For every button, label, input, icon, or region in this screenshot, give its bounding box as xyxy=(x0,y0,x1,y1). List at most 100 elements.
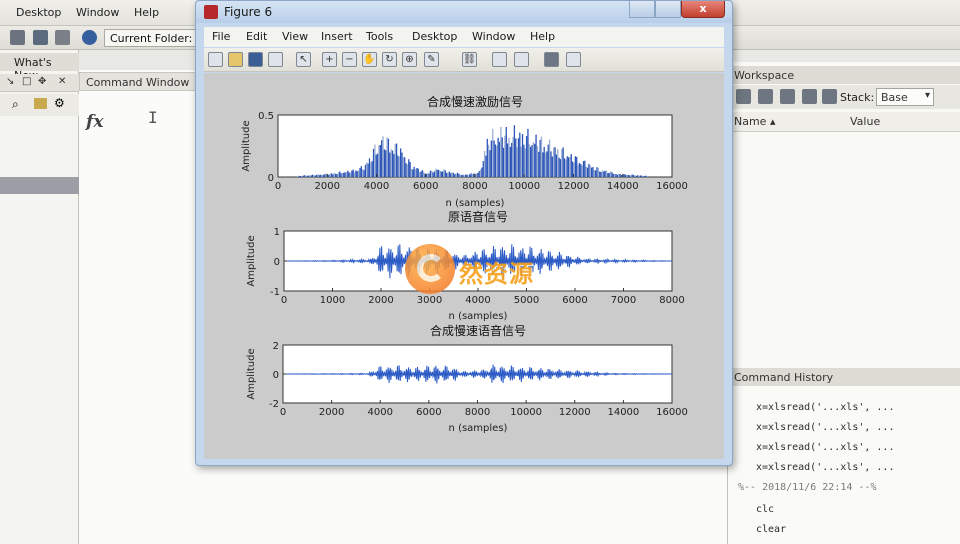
print-icon[interactable] xyxy=(802,89,817,104)
insert-legend-icon[interactable] xyxy=(514,52,529,67)
matlab-app-icon xyxy=(204,5,218,19)
x-tick-label: 12000 xyxy=(559,407,591,418)
axes-2-title: 原语音信号 xyxy=(448,209,508,224)
column-name[interactable]: Name ▴ xyxy=(734,115,775,128)
left-panel: What's New ↘ □ ✥ ✕ ⌕ ⚙ xyxy=(0,50,79,544)
axes-3-title: 合成慢速语音信号 xyxy=(430,323,526,338)
link-plot-icon[interactable]: ⛓ xyxy=(462,52,477,67)
menu-tools[interactable]: Tools xyxy=(366,30,393,43)
folder-icon[interactable] xyxy=(34,98,47,109)
y-tick-label: 0.5 xyxy=(258,111,274,122)
text-cursor-icon: I xyxy=(148,108,158,127)
selected-file-row[interactable] xyxy=(0,177,79,194)
x-tick-label: 14000 xyxy=(607,181,639,192)
close-icon[interactable]: ✕ xyxy=(58,76,66,87)
axes-1-xlabel: n (samples) xyxy=(446,198,505,209)
pan-hand-icon[interactable]: ✋ xyxy=(362,52,377,67)
panel-header: ↘ □ ✥ ✕ xyxy=(0,74,79,92)
figure-toolbar: ↖ + − ✋ ↻ ⊕ ✎ ⛓ xyxy=(204,48,724,72)
history-line[interactable]: clc xyxy=(756,504,774,515)
axes-3-ylabel: Amplitude xyxy=(246,348,257,399)
open-variable-icon[interactable] xyxy=(758,89,773,104)
new-figure-icon[interactable] xyxy=(208,52,223,67)
y-tick-label: 1 xyxy=(274,227,280,238)
x-tick-label: 4000 xyxy=(368,407,393,418)
y-tick-label: 0 xyxy=(268,173,274,184)
insert-colorbar-icon[interactable] xyxy=(492,52,507,67)
y-tick-label: -1 xyxy=(270,287,280,298)
menu-help[interactable]: Help xyxy=(134,6,159,19)
menu-edit[interactable]: Edit xyxy=(246,30,267,43)
undock-icon[interactable]: ↘ xyxy=(6,76,14,87)
menu-help[interactable]: Help xyxy=(530,30,555,43)
workspace-panel: Workspace Stack: Base Name ▴ Value xyxy=(727,62,960,362)
x-tick-label: 3000 xyxy=(417,295,442,306)
y-tick-label: 2 xyxy=(273,341,279,352)
file-browser-tools: ⌕ ⚙ xyxy=(0,94,79,116)
x-tick-label: 7000 xyxy=(611,295,636,306)
new-variable-icon[interactable] xyxy=(736,89,751,104)
axes-1-box xyxy=(277,114,673,178)
gear-icon[interactable]: ⚙ xyxy=(54,96,65,110)
y-tick-label: -2 xyxy=(269,399,279,410)
history-line[interactable]: x=xlsread('...xls', ... xyxy=(756,462,894,473)
open-file-icon[interactable] xyxy=(228,52,243,67)
x-tick-label: 0 xyxy=(275,181,281,192)
close-button[interactable]: x xyxy=(681,1,725,18)
axes-2-xlabel: n (samples) xyxy=(449,311,508,322)
maximize-icon[interactable]: □ xyxy=(22,76,31,87)
copy-icon[interactable] xyxy=(33,30,48,45)
menu-desktop[interactable]: Desktop xyxy=(412,30,457,43)
cut-icon[interactable] xyxy=(10,30,25,45)
history-line[interactable]: x=xlsread('...xls', ... xyxy=(756,402,894,413)
axes-1-title: 合成慢速激励信号 xyxy=(427,94,523,109)
search-icon[interactable]: ⌕ xyxy=(12,97,19,112)
rotate-3d-icon[interactable]: ↻ xyxy=(382,52,397,67)
paste-icon[interactable] xyxy=(55,30,70,45)
menu-window[interactable]: Window xyxy=(472,30,515,43)
save-icon[interactable] xyxy=(248,52,263,67)
menu-window[interactable]: Window xyxy=(76,6,119,19)
axes-2-ylabel: Amplitude xyxy=(246,235,257,286)
fx-prompt-icon[interactable]: fx xyxy=(86,112,103,132)
column-value[interactable]: Value xyxy=(850,115,880,128)
figure-menubar: File Edit View Insert Tools Desktop Wind… xyxy=(204,27,724,47)
stack-label: Stack: xyxy=(840,91,875,104)
x-tick-label: 8000 xyxy=(659,295,684,306)
data-cursor-icon[interactable]: ⊕ xyxy=(402,52,417,67)
figure-title: Figure 6 xyxy=(224,5,273,19)
watermark-text: 然资源 xyxy=(459,260,534,288)
stack-select[interactable]: Base xyxy=(876,88,934,106)
brush-icon[interactable]: ✎ xyxy=(424,52,439,67)
history-line[interactable]: clear xyxy=(756,524,786,535)
minimize-button[interactable] xyxy=(629,1,655,18)
history-line[interactable]: x=xlsread('...xls', ... xyxy=(756,422,894,433)
delete-icon[interactable] xyxy=(822,89,837,104)
x-tick-label: 16000 xyxy=(656,181,688,192)
menu-desktop[interactable]: Desktop xyxy=(16,6,61,19)
menu-file[interactable]: File xyxy=(212,30,230,43)
history-line[interactable]: x=xlsread('...xls', ... xyxy=(756,442,894,453)
zoom-out-icon[interactable]: − xyxy=(342,52,357,67)
x-tick-label: 1000 xyxy=(320,295,345,306)
edit-plot-arrow-icon[interactable]: ↖ xyxy=(296,52,311,67)
hide-plot-tools-icon[interactable] xyxy=(544,52,559,67)
y-tick-label: 0 xyxy=(273,370,279,381)
menu-view[interactable]: View xyxy=(282,30,308,43)
x-tick-label: 10000 xyxy=(510,407,542,418)
save-icon[interactable] xyxy=(780,89,795,104)
menu-insert[interactable]: Insert xyxy=(321,30,353,43)
print-icon[interactable] xyxy=(268,52,283,67)
x-tick-label: 5000 xyxy=(514,295,539,306)
restore-icon[interactable]: ✥ xyxy=(38,76,46,87)
help-icon[interactable] xyxy=(82,30,97,45)
x-tick-label: 8000 xyxy=(462,181,487,192)
figure-titlebar[interactable]: Figure 6 x xyxy=(196,1,732,23)
command-history-title: Command History xyxy=(728,368,960,386)
workspace-toolbar: Stack: Base xyxy=(728,85,960,109)
maximize-button[interactable] xyxy=(655,1,681,18)
zoom-in-icon[interactable]: + xyxy=(322,52,337,67)
whats-new-link[interactable]: What's New xyxy=(0,53,79,82)
show-plot-tools-icon[interactable] xyxy=(566,52,581,67)
watermark: 然资源 xyxy=(405,244,555,296)
